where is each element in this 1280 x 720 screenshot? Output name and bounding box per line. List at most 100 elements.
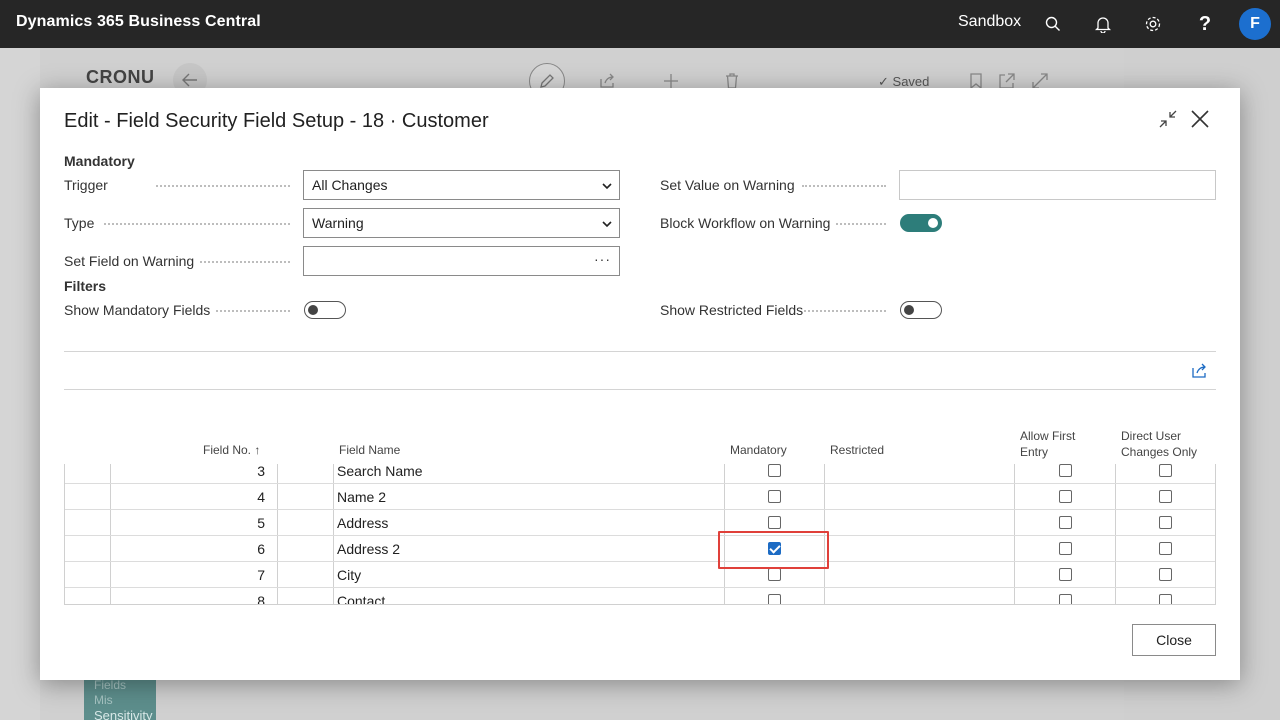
header-field-name[interactable]: Field Name (339, 442, 400, 458)
set-value-input[interactable] (899, 170, 1216, 200)
table-row[interactable]: 4 Name 2 (65, 484, 1215, 510)
mandatory-checkbox[interactable] (768, 464, 781, 477)
table-row[interactable]: 3 Search Name (65, 464, 1215, 484)
environment-name: Sandbox (958, 13, 1022, 30)
tile-line1: Fields Mis (94, 678, 127, 707)
top-bar: Dynamics 365 Business Central Sandbox ? … (0, 0, 1280, 48)
header-allow-first-line1: Allow First (1020, 429, 1076, 443)
filters-caption: Filters (64, 278, 107, 294)
cell-field-name: Address 2 (337, 541, 401, 557)
bell-icon[interactable] (1093, 14, 1113, 34)
divider (64, 351, 1216, 352)
cell-field-no: 7 (257, 567, 265, 583)
header-direct-user-line2: Changes Only (1121, 445, 1198, 459)
header-direct-user-changes[interactable]: Direct User Changes Only (1121, 428, 1197, 460)
dotted-leader (156, 185, 290, 187)
show-restricted-toggle[interactable] (900, 301, 942, 319)
close-button[interactable]: Close (1132, 624, 1216, 656)
company-name: CRONU (86, 67, 155, 87)
field-grid: Field No. ↑ Field Name Mandatory Restric… (64, 418, 1216, 605)
allow-first-entry-checkbox[interactable] (1059, 542, 1072, 555)
header-field-no-label: Field No. (203, 443, 252, 457)
trigger-label: Trigger (64, 177, 108, 193)
toggle-knob (928, 218, 938, 228)
collapse-icon[interactable] (1157, 108, 1179, 130)
share-icon[interactable] (1189, 359, 1211, 381)
header-restricted[interactable]: Restricted (830, 442, 884, 458)
cell-field-no: 5 (257, 515, 265, 531)
dialog-title: Edit - Field Security Field Setup - 18 ·… (64, 110, 489, 132)
table-row[interactable]: 6 Address 2 (65, 536, 1215, 562)
show-restricted-label: Show Restricted Fields (660, 302, 804, 318)
cell-field-no: 8 (257, 593, 265, 605)
dotted-leader (836, 223, 886, 225)
toggle-knob (308, 305, 318, 315)
table-row[interactable]: 8 Contact (65, 588, 1215, 605)
cell-field-name: City (337, 567, 362, 583)
show-mandatory-label: Show Mandatory Fields (64, 302, 211, 318)
background-tile: Fields Mis Sensitivity 247 (84, 676, 156, 720)
checkmark-icon: ✓ (878, 74, 889, 89)
allow-first-entry-checkbox[interactable] (1059, 568, 1072, 581)
help-icon[interactable]: ? (1195, 13, 1215, 35)
avatar[interactable]: F (1239, 8, 1271, 40)
header-allow-first-entry[interactable]: Allow First Entry (1020, 428, 1075, 460)
dotted-leader (216, 310, 290, 312)
show-mandatory-toggle[interactable] (304, 301, 346, 319)
direct-user-changes-checkbox[interactable] (1159, 490, 1172, 503)
mandatory-checkbox[interactable] (768, 594, 781, 604)
direct-user-changes-checkbox[interactable] (1159, 464, 1172, 477)
dotted-leader (200, 261, 290, 263)
close-icon[interactable] (1189, 108, 1211, 130)
cell-field-no: 4 (257, 489, 265, 505)
header-allow-first-line2: Entry (1020, 445, 1049, 459)
gear-icon[interactable] (1143, 14, 1163, 34)
direct-user-changes-checkbox[interactable] (1159, 516, 1172, 529)
cell-field-name: Contact (337, 593, 386, 605)
dotted-leader (804, 310, 886, 312)
trigger-select[interactable]: All Changes (303, 170, 620, 200)
header-direct-user-line1: Direct User (1121, 429, 1182, 443)
toggle-knob (904, 305, 914, 315)
app-title[interactable]: Dynamics 365 Business Central (16, 13, 261, 31)
block-workflow-toggle[interactable] (900, 214, 942, 232)
allow-first-entry-checkbox[interactable] (1059, 490, 1072, 503)
divider (64, 389, 1216, 390)
chevron-down-icon (601, 179, 613, 195)
header-mandatory[interactable]: Mandatory (730, 442, 787, 458)
direct-user-changes-checkbox[interactable] (1159, 568, 1172, 581)
set-value-label: Set Value on Warning (660, 177, 795, 193)
table-row[interactable]: 7 City (65, 562, 1215, 588)
block-workflow-label: Block Workflow on Warning (660, 215, 831, 231)
set-field-label: Set Field on Warning (64, 253, 195, 269)
allow-first-entry-checkbox[interactable] (1059, 464, 1072, 477)
grid-body: 3 Search Name 4 Name 2 5 Address 6 Address 2 7 Ci… (64, 464, 1216, 605)
set-field-input[interactable]: ··· (303, 246, 620, 276)
type-value: Warning (312, 215, 364, 231)
table-row[interactable]: 5 Address (65, 510, 1215, 536)
cell-field-no: 3 (257, 464, 265, 479)
header-field-no[interactable]: Field No. ↑ (203, 442, 260, 458)
cell-field-name: Address (337, 515, 389, 531)
cell-field-name: Name 2 (337, 489, 387, 505)
dotted-leader (802, 185, 886, 187)
chevron-down-icon (601, 217, 613, 233)
trigger-value: All Changes (312, 177, 388, 193)
direct-user-changes-checkbox[interactable] (1159, 542, 1172, 555)
mandatory-caption: Mandatory (64, 153, 135, 169)
type-select[interactable]: Warning (303, 208, 620, 238)
edit-dialog: Edit - Field Security Field Setup - 18 ·… (40, 88, 1240, 680)
search-icon[interactable] (1043, 14, 1063, 34)
allow-first-entry-checkbox[interactable] (1059, 516, 1072, 529)
assist-edit-button[interactable]: ··· (594, 251, 611, 267)
direct-user-changes-checkbox[interactable] (1159, 594, 1172, 604)
mandatory-checkbox[interactable] (768, 568, 781, 581)
type-label: Type (64, 215, 95, 231)
sort-arrow-icon: ↑ (254, 443, 261, 457)
dotted-leader (104, 223, 290, 225)
mandatory-checkbox-highlight (718, 531, 829, 569)
mandatory-checkbox[interactable] (768, 490, 781, 503)
allow-first-entry-checkbox[interactable] (1059, 594, 1072, 604)
cell-field-name: Search Name (337, 464, 423, 479)
mandatory-checkbox[interactable] (768, 516, 781, 529)
